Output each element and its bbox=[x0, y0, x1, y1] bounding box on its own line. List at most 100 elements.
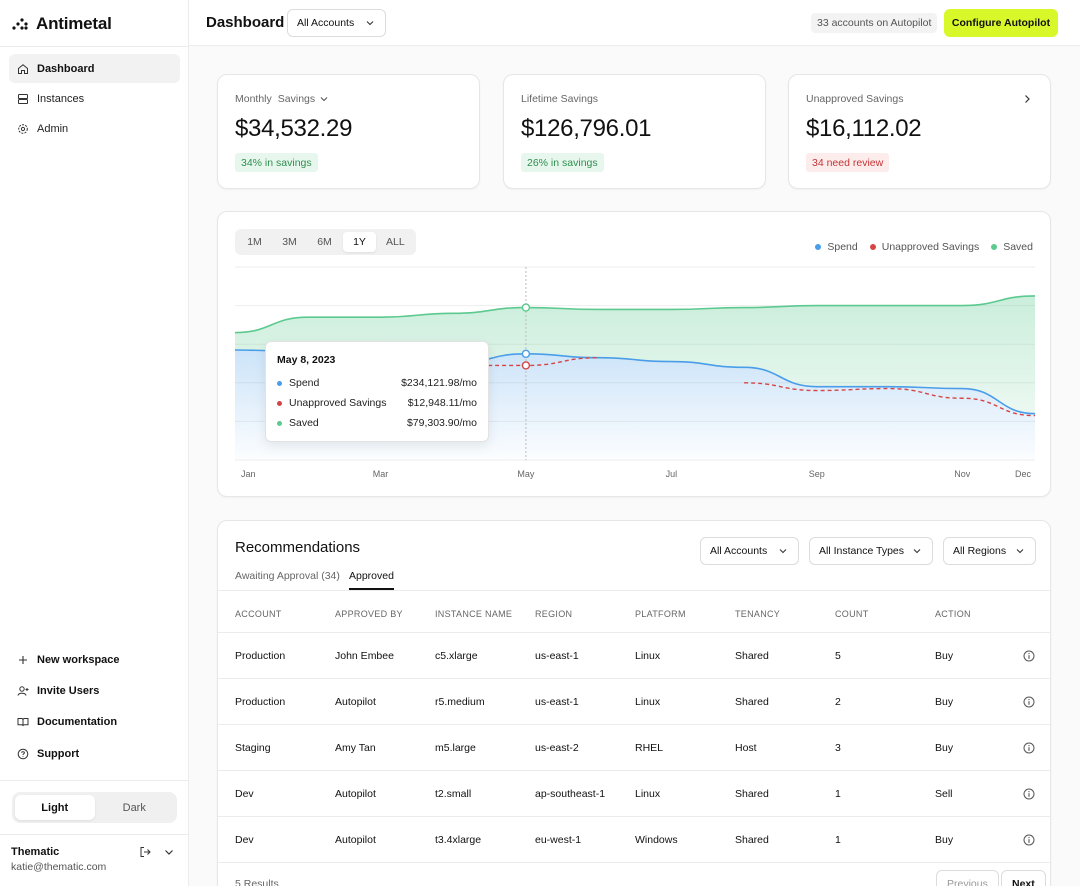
new-workspace-button[interactable]: New workspace bbox=[9, 648, 180, 672]
info-icon[interactable] bbox=[1023, 650, 1035, 662]
info-icon[interactable] bbox=[1023, 834, 1035, 846]
plus-icon bbox=[19, 656, 27, 664]
stat-value: $16,112.02 bbox=[806, 115, 922, 142]
table-row[interactable]: Staging Amy Tan m5.large us-east-2 RHEL … bbox=[218, 724, 1050, 770]
tab-approved[interactable]: Approved bbox=[349, 570, 394, 590]
cell-approved-by: Autopilot bbox=[335, 788, 376, 800]
cell-instance-name: c5.xlarge bbox=[435, 650, 478, 662]
cell-count: 3 bbox=[835, 742, 841, 754]
cell-region: us-east-2 bbox=[535, 742, 579, 754]
sidebar-item-admin[interactable]: Admin bbox=[9, 114, 180, 143]
chevron-down-icon[interactable] bbox=[163, 846, 175, 858]
previous-page-button[interactable]: Previous bbox=[936, 870, 999, 886]
cell-platform: Linux bbox=[635, 788, 661, 800]
brand[interactable]: Antimetal bbox=[12, 14, 112, 34]
stat-label-text: Monthly bbox=[235, 93, 272, 105]
chevron-right-icon[interactable] bbox=[1021, 93, 1033, 105]
user-block: Thematic katie@thematic.com bbox=[11, 846, 106, 873]
stat-label[interactable]: Monthly Savings bbox=[235, 93, 329, 105]
sidebar-divider bbox=[0, 780, 189, 781]
chevron-down-icon bbox=[779, 549, 787, 554]
cell-platform: RHEL bbox=[635, 742, 664, 754]
column-header: ACTION bbox=[935, 609, 971, 619]
tooltip-label: Spend bbox=[289, 377, 320, 389]
account-select[interactable]: All Accounts bbox=[287, 9, 386, 37]
tooltip-label: Saved bbox=[289, 417, 319, 429]
cell-account: Staging bbox=[235, 742, 271, 754]
sidebar-item-instances[interactable]: Instances bbox=[9, 84, 180, 113]
next-page-button[interactable]: Next bbox=[1001, 870, 1046, 886]
filter-regions-select[interactable]: All Regions bbox=[943, 537, 1036, 565]
book-icon bbox=[17, 718, 29, 727]
sidebar-item-label: Instances bbox=[37, 92, 85, 105]
documentation-link[interactable]: Documentation bbox=[9, 710, 180, 734]
cell-instance-name: t3.4xlarge bbox=[435, 834, 482, 846]
tooltip-value: $79,303.90/mo bbox=[406, 417, 477, 429]
table-row[interactable]: Production Autopilot r5.medium us-east-1… bbox=[218, 678, 1050, 724]
cell-platform: Linux bbox=[635, 650, 661, 662]
info-icon[interactable] bbox=[1023, 742, 1035, 754]
sidebar-item-dashboard[interactable]: Dashboard bbox=[9, 54, 180, 83]
cell-approved-by: Amy Tan bbox=[335, 742, 376, 754]
tooltip-value: $12,948.11/mo bbox=[407, 397, 477, 409]
account-select-value: All Accounts bbox=[297, 17, 355, 29]
cell-approved-by: John Embee bbox=[335, 650, 394, 662]
server-icon bbox=[18, 93, 28, 104]
theme-toggle: Light Dark bbox=[12, 792, 177, 823]
results-count: 5 Results bbox=[235, 878, 279, 886]
info-icon[interactable] bbox=[1023, 696, 1035, 708]
stat-card-monthly: Monthly Savings $34,532.29 34% in saving… bbox=[217, 74, 480, 189]
main: Monthly Savings $34,532.29 34% in saving… bbox=[189, 46, 1080, 886]
tooltip-row-saved: Saved $79,303.90/mo bbox=[277, 416, 477, 430]
legend-dot bbox=[277, 420, 282, 426]
filter-value: All Instance Types bbox=[819, 545, 905, 557]
chevron-down-icon bbox=[913, 549, 921, 554]
cell-action: Buy bbox=[935, 834, 954, 846]
cell-count: 1 bbox=[835, 834, 841, 846]
x-tick-label: Nov bbox=[954, 469, 971, 479]
cell-region: us-east-1 bbox=[535, 696, 579, 708]
tabs-divider bbox=[218, 590, 1050, 591]
chevron-down-icon bbox=[366, 21, 374, 26]
logout-icon[interactable] bbox=[139, 846, 151, 858]
theme-light-button[interactable]: Light bbox=[15, 795, 95, 820]
cell-instance-name: m5.large bbox=[435, 742, 476, 754]
home-icon bbox=[18, 63, 28, 74]
info-icon[interactable] bbox=[1023, 788, 1035, 800]
stat-card-lifetime: Lifetime Savings $126,796.01 26% in savi… bbox=[503, 74, 766, 189]
cell-account: Dev bbox=[235, 788, 254, 800]
sidebar-item-label: Dashboard bbox=[37, 62, 95, 75]
page-title: Dashboard bbox=[206, 14, 285, 31]
cell-action: Buy bbox=[935, 650, 954, 662]
tab-awaiting-approval[interactable]: Awaiting Approval (34) bbox=[235, 570, 340, 590]
sidebar-divider bbox=[0, 834, 189, 835]
stat-card-unapproved[interactable]: Unapproved Savings $16,112.02 34 need re… bbox=[788, 74, 1051, 189]
stat-badge: 26% in savings bbox=[521, 153, 604, 172]
table-row[interactable]: Dev Autopilot t3.4xlarge eu-west-1 Windo… bbox=[218, 816, 1050, 862]
cell-action: Sell bbox=[935, 788, 953, 800]
autopilot-count-badge: 33 accounts on Autopilot bbox=[811, 13, 938, 33]
table-row[interactable]: Production John Embee c5.xlarge us-east-… bbox=[218, 632, 1050, 678]
table-row[interactable]: Dev Autopilot t2.small ap-southeast-1 Li… bbox=[218, 770, 1050, 816]
recommendations-title: Recommendations bbox=[235, 539, 361, 556]
filter-instance-types-select[interactable]: All Instance Types bbox=[809, 537, 933, 565]
column-header: COUNT bbox=[835, 609, 869, 619]
column-header: PLATFORM bbox=[635, 609, 686, 619]
cell-instance-name: t2.small bbox=[435, 788, 472, 800]
legend-dot bbox=[277, 380, 282, 386]
configure-autopilot-button[interactable]: Configure Autopilot bbox=[944, 9, 1058, 37]
theme-dark-button[interactable]: Dark bbox=[95, 795, 175, 820]
x-tick-label: May bbox=[517, 469, 535, 479]
bottom-item-label: New workspace bbox=[37, 654, 120, 666]
support-link[interactable]: Support bbox=[9, 742, 180, 766]
filter-accounts-select[interactable]: All Accounts bbox=[700, 537, 799, 565]
stat-badge: 34 need review bbox=[806, 153, 890, 172]
chevron-down-icon bbox=[1016, 549, 1024, 554]
invite-users-button[interactable]: Invite Users bbox=[9, 679, 180, 703]
chart-tooltip: May 8, 2023 Spend $234,121.98/mo Unappro… bbox=[265, 341, 489, 442]
user-email: katie@thematic.com bbox=[11, 861, 107, 873]
cell-region: us-east-1 bbox=[535, 650, 579, 662]
cell-count: 1 bbox=[835, 788, 841, 800]
column-header: TENANCY bbox=[735, 609, 781, 619]
table-bottom-divider bbox=[218, 862, 1050, 863]
